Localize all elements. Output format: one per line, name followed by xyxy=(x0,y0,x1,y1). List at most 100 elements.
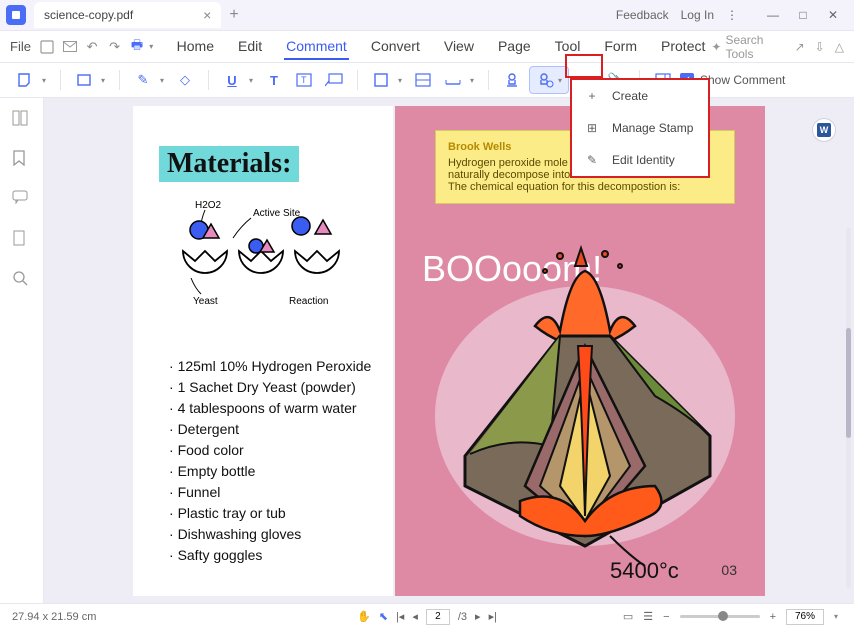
page-dimensions: 27.94 x 21.59 cm xyxy=(12,611,96,623)
new-tab-button[interactable]: + xyxy=(229,6,238,24)
measure-tool-icon[interactable] xyxy=(440,67,466,93)
last-page-icon[interactable]: ▸| xyxy=(489,610,497,623)
feedback-link[interactable]: Feedback xyxy=(616,8,669,22)
list-item: 4 tablespoons of warm water xyxy=(169,398,371,419)
maximize-button[interactable]: □ xyxy=(788,3,818,27)
text-tool-icon[interactable]: T xyxy=(261,67,287,93)
search-panel-icon[interactable] xyxy=(12,270,32,290)
stamp-tool-icon[interactable] xyxy=(499,67,525,93)
kebab-icon[interactable]: ⋮ xyxy=(726,8,738,22)
document-canvas[interactable]: Materials: H2O2 Active Site Yeast Reacti… xyxy=(44,98,854,603)
svg-text:Active Site: Active Site xyxy=(253,208,301,219)
list-item: Food color xyxy=(169,440,371,461)
signature-stamp-icon xyxy=(532,67,558,93)
zoom-out-icon[interactable]: − xyxy=(663,611,669,623)
dropdown-icon[interactable]: ▾ xyxy=(160,76,168,85)
zoom-slider[interactable] xyxy=(680,615,760,618)
dropdown-manage-stamp[interactable]: ⊞Manage Stamp xyxy=(572,112,708,144)
page-number: 03 xyxy=(721,562,737,578)
dropdown-icon[interactable]: ▾ xyxy=(398,76,406,85)
highlight-annotation xyxy=(565,54,603,78)
cloud-icon[interactable]: ⇩ xyxy=(815,40,825,54)
menu-view[interactable]: View xyxy=(442,34,476,60)
list-item: Plastic tray or tub xyxy=(169,503,371,524)
list-item: 1 Sachet Dry Yeast (powder) xyxy=(169,377,371,398)
yeast-diagram: H2O2 Active Site Yeast Reaction xyxy=(171,196,371,306)
page-right: Brook Wells Hydrogen peroxide mole natur… xyxy=(395,106,765,596)
hand-tool-icon[interactable]: ✋ xyxy=(357,610,371,623)
sidebar xyxy=(0,98,44,603)
attachment-panel-icon[interactable] xyxy=(12,230,32,250)
export-word-button[interactable]: W xyxy=(812,118,836,142)
vertical-scrollbar[interactable] xyxy=(846,228,851,588)
underline-tool-icon[interactable]: U xyxy=(219,67,245,93)
list-item: Detergent xyxy=(169,419,371,440)
bookmark-icon[interactable] xyxy=(12,150,32,170)
mail-icon[interactable] xyxy=(59,36,79,58)
print-dropdown-icon[interactable]: ▾ xyxy=(149,42,156,51)
dropdown-label: Create xyxy=(612,89,648,103)
save-icon[interactable] xyxy=(37,36,57,58)
zoom-thumb[interactable] xyxy=(718,611,728,621)
zoom-in-icon[interactable]: + xyxy=(770,611,776,623)
bell-icon[interactable]: △ xyxy=(835,40,844,54)
dropdown-edit-identity[interactable]: ✎Edit Identity xyxy=(572,144,708,176)
pencil-tool-icon[interactable]: ✎ xyxy=(130,67,156,93)
highlight-tool-icon[interactable] xyxy=(71,67,97,93)
menu-comment[interactable]: Comment xyxy=(284,34,349,60)
tab-title: science-copy.pdf xyxy=(44,8,133,22)
prev-page-icon[interactable]: ◂ xyxy=(412,610,418,623)
titlebar: science-copy.pdf × + Feedback Log In ⋮ —… xyxy=(0,0,854,30)
plus-icon: + xyxy=(584,88,600,104)
share-icon[interactable]: ↗ xyxy=(795,40,805,54)
menu-page[interactable]: Page xyxy=(496,34,533,60)
comment-panel-icon[interactable] xyxy=(12,190,32,210)
eraser-tool-icon[interactable]: ◇ xyxy=(172,67,198,93)
menu-protect[interactable]: Protect xyxy=(659,34,707,60)
select-tool-icon[interactable]: ⬉ xyxy=(379,610,388,623)
file-menu[interactable]: File xyxy=(10,39,31,54)
view-single-icon[interactable]: ▭ xyxy=(623,610,633,623)
search-tools[interactable]: ✦ Search Tools xyxy=(711,33,784,61)
dropdown-icon[interactable]: ▾ xyxy=(249,76,257,85)
dropdown-icon[interactable]: ▾ xyxy=(42,76,50,85)
edit-icon: ✎ xyxy=(584,152,600,168)
textbox-tool-icon[interactable]: T xyxy=(291,67,317,93)
close-button[interactable]: ✕ xyxy=(818,3,848,27)
redo-icon[interactable]: ↷ xyxy=(104,36,124,58)
dropdown-icon[interactable]: ▾ xyxy=(101,76,109,85)
undo-icon[interactable]: ↶ xyxy=(82,36,102,58)
thumbnails-icon[interactable] xyxy=(12,110,32,130)
shape-tool-icon[interactable] xyxy=(368,67,394,93)
materials-list: 125ml 10% Hydrogen Peroxide 1 Sachet Dry… xyxy=(169,356,371,566)
app-icon xyxy=(6,5,26,25)
document-tab[interactable]: science-copy.pdf × xyxy=(34,2,221,28)
login-link[interactable]: Log In xyxy=(681,8,714,22)
word-icon: W xyxy=(817,123,831,137)
show-comment-label: Show Comment xyxy=(700,73,785,87)
search-tools-label: Search Tools xyxy=(725,33,784,61)
dropdown-create[interactable]: + Create xyxy=(572,80,708,112)
list-item: 125ml 10% Hydrogen Peroxide xyxy=(169,356,371,377)
area-tool-icon[interactable] xyxy=(410,67,436,93)
zoom-input[interactable] xyxy=(786,609,824,625)
callout-tool-icon[interactable] xyxy=(321,67,347,93)
dropdown-icon[interactable]: ▾ xyxy=(470,76,478,85)
note-tool-icon[interactable] xyxy=(12,67,38,93)
print-icon[interactable]: 🖶 xyxy=(127,36,147,58)
next-page-icon[interactable]: ▸ xyxy=(475,610,481,623)
view-continuous-icon[interactable]: ☰ xyxy=(643,610,653,623)
menu-edit[interactable]: Edit xyxy=(236,34,264,60)
scrollbar-thumb[interactable] xyxy=(846,328,851,438)
menu-home[interactable]: Home xyxy=(175,34,216,60)
signature-stamp-tool[interactable]: ▾ xyxy=(529,66,569,94)
page-input[interactable] xyxy=(426,609,450,625)
menu-form[interactable]: Form xyxy=(602,34,639,60)
zoom-dropdown-icon[interactable]: ▾ xyxy=(834,612,842,621)
tab-close-icon[interactable]: × xyxy=(203,7,211,23)
first-page-icon[interactable]: |◂ xyxy=(396,610,404,623)
minimize-button[interactable]: — xyxy=(758,3,788,27)
grid-icon: ⊞ xyxy=(584,120,600,136)
page-left: Materials: H2O2 Active Site Yeast Reacti… xyxy=(133,106,393,596)
menu-convert[interactable]: Convert xyxy=(369,34,422,60)
